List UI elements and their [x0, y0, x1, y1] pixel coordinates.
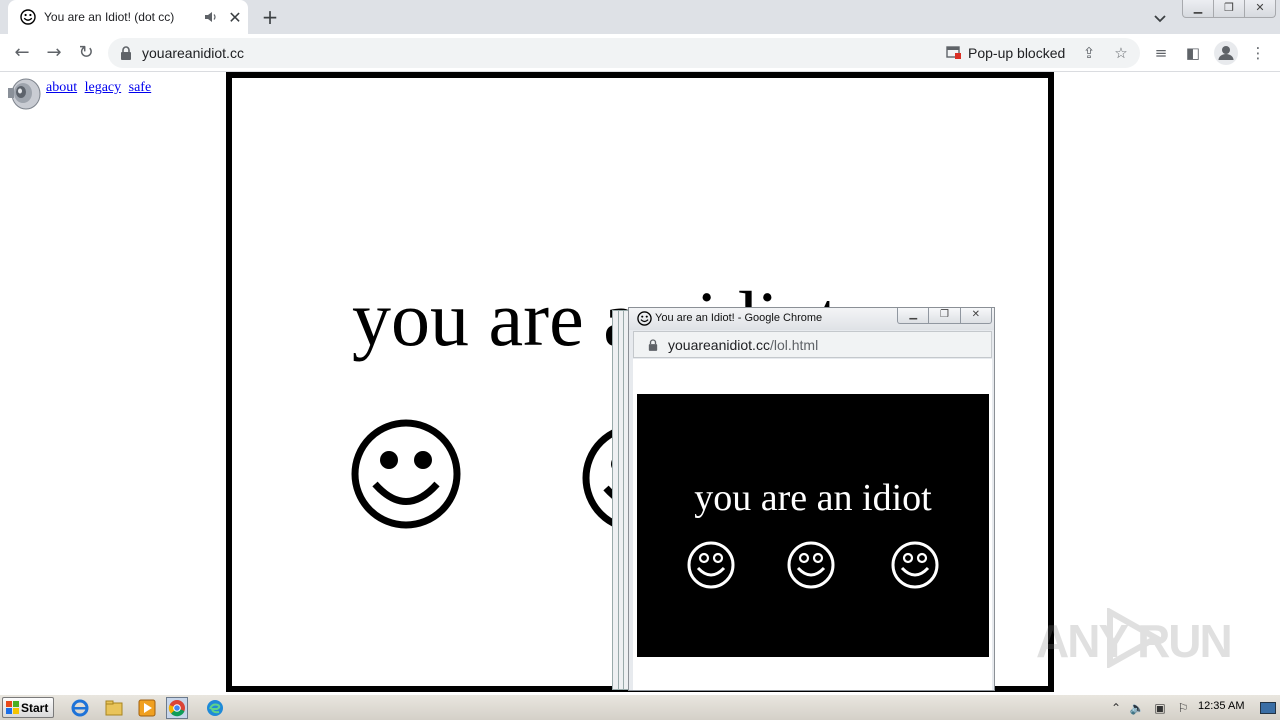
restore-button[interactable]: ❐ — [1214, 0, 1245, 17]
popup-url-path: /lol.html — [769, 337, 819, 353]
popup-titlebar[interactable]: You are an Idiot! - Google Chrome ▁ ❐ ✕ — [629, 308, 994, 330]
tab-strip: You are an Idiot! (dot cc) ✕ + ▁ ❐ ✕ — [0, 0, 1280, 34]
internet-explorer-icon[interactable] — [70, 698, 90, 718]
top-links: about legacy safe — [46, 80, 155, 96]
file-explorer-icon[interactable] — [104, 698, 124, 718]
popup-url[interactable]: youareanidiot.cc/lol.html — [668, 337, 818, 353]
smiley-icon — [687, 541, 735, 589]
clock: 12:35 AM — [1198, 700, 1245, 712]
smiley-icon — [20, 9, 36, 25]
popup-content: you are an idiot — [633, 359, 992, 690]
tab-close-icon[interactable]: ✕ — [226, 8, 244, 27]
popup-blocked-label[interactable]: Pop-up blocked — [968, 45, 1065, 61]
network-icon[interactable]: ▣ — [1152, 700, 1168, 716]
popup-blocked-icon[interactable] — [946, 46, 962, 60]
browser-toolbar: ← → ↻ youareanidiot.cc Pop-up blocked ⇪ … — [0, 34, 1280, 72]
taskbar: Start ⌃ 🔈 ▣ ⚐ 12:35 AM — [0, 694, 1280, 720]
watermark-text: ANY RUN — [1036, 615, 1233, 667]
speaker-image-icon[interactable] — [6, 78, 42, 110]
profile-avatar[interactable] — [1214, 41, 1238, 65]
chevron-down-icon[interactable] — [1150, 8, 1170, 28]
person-icon — [1218, 46, 1234, 60]
close-button[interactable]: ✕ — [1245, 0, 1275, 17]
popup-window-controls: ▁ ❐ ✕ — [897, 308, 992, 324]
about-link[interactable]: about — [46, 80, 77, 95]
share-icon[interactable]: ⇪ — [1080, 44, 1098, 62]
popup-window[interactable]: You are an Idiot! - Google Chrome ▁ ❐ ✕ … — [628, 307, 995, 691]
tray-expand-icon[interactable]: ⌃ — [1108, 700, 1124, 716]
windows-logo-icon — [6, 701, 19, 714]
media-player-icon[interactable] — [137, 698, 157, 718]
tab-title: You are an Idiot! (dot cc) — [44, 10, 175, 24]
url-text[interactable]: youareanidiot.cc — [142, 45, 244, 61]
popup-address-bar[interactable]: youareanidiot.cc/lol.html — [633, 331, 992, 358]
edge-icon[interactable] — [205, 698, 225, 718]
minimize-button[interactable]: ▁ — [1183, 0, 1214, 17]
legacy-link[interactable]: legacy — [85, 80, 122, 95]
popup-close-button[interactable]: ✕ — [961, 308, 991, 323]
smiley-icon — [637, 311, 652, 326]
speaker-icon[interactable] — [204, 10, 218, 24]
popup-minimize-button[interactable]: ▁ — [898, 308, 930, 323]
bookmark-star-icon[interactable]: ☆ — [1112, 44, 1130, 62]
action-center-flag-icon[interactable]: ⚐ — [1175, 700, 1191, 716]
anyrun-watermark: ANY RUN — [1036, 606, 1236, 670]
menu-kebab-icon[interactable]: ⋮ — [1248, 43, 1268, 63]
side-panel-icon[interactable]: ◧ — [1183, 43, 1203, 63]
smiley-icon — [787, 541, 835, 589]
window-controls: ▁ ❐ ✕ — [1182, 0, 1276, 18]
media-control-icon[interactable]: ≡ — [1151, 43, 1171, 63]
system-tray: ⌃ 🔈 ▣ ⚐ — [1104, 697, 1280, 719]
popup-headline: you are an idiot — [694, 477, 932, 519]
smiley-icon — [351, 419, 461, 529]
start-button[interactable]: Start — [2, 697, 54, 718]
lock-icon — [648, 339, 658, 351]
popup-title: You are an Idiot! - Google Chrome — [655, 312, 823, 324]
popup-black-panel: you are an idiot — [637, 394, 989, 657]
smiley-icon — [891, 541, 939, 589]
popup-restore-button[interactable]: ❐ — [929, 308, 961, 323]
safe-link[interactable]: safe — [129, 80, 152, 95]
start-label: Start — [21, 701, 49, 715]
forward-icon[interactable]: → — [42, 42, 66, 64]
back-icon[interactable]: ← — [10, 42, 34, 64]
new-tab-button[interactable]: + — [258, 5, 282, 29]
show-desktop-icon[interactable] — [1260, 702, 1276, 714]
lock-icon[interactable] — [120, 46, 132, 60]
popup-url-host: youareanidiot.cc — [668, 337, 770, 353]
reload-icon[interactable]: ↻ — [74, 42, 98, 64]
chrome-icon[interactable] — [166, 697, 188, 719]
address-bar[interactable]: youareanidiot.cc Pop-up blocked ⇪ ☆ — [108, 38, 1140, 68]
browser-tab[interactable]: You are an Idiot! (dot cc) ✕ — [8, 0, 248, 34]
volume-icon[interactable]: 🔈 — [1129, 700, 1145, 716]
